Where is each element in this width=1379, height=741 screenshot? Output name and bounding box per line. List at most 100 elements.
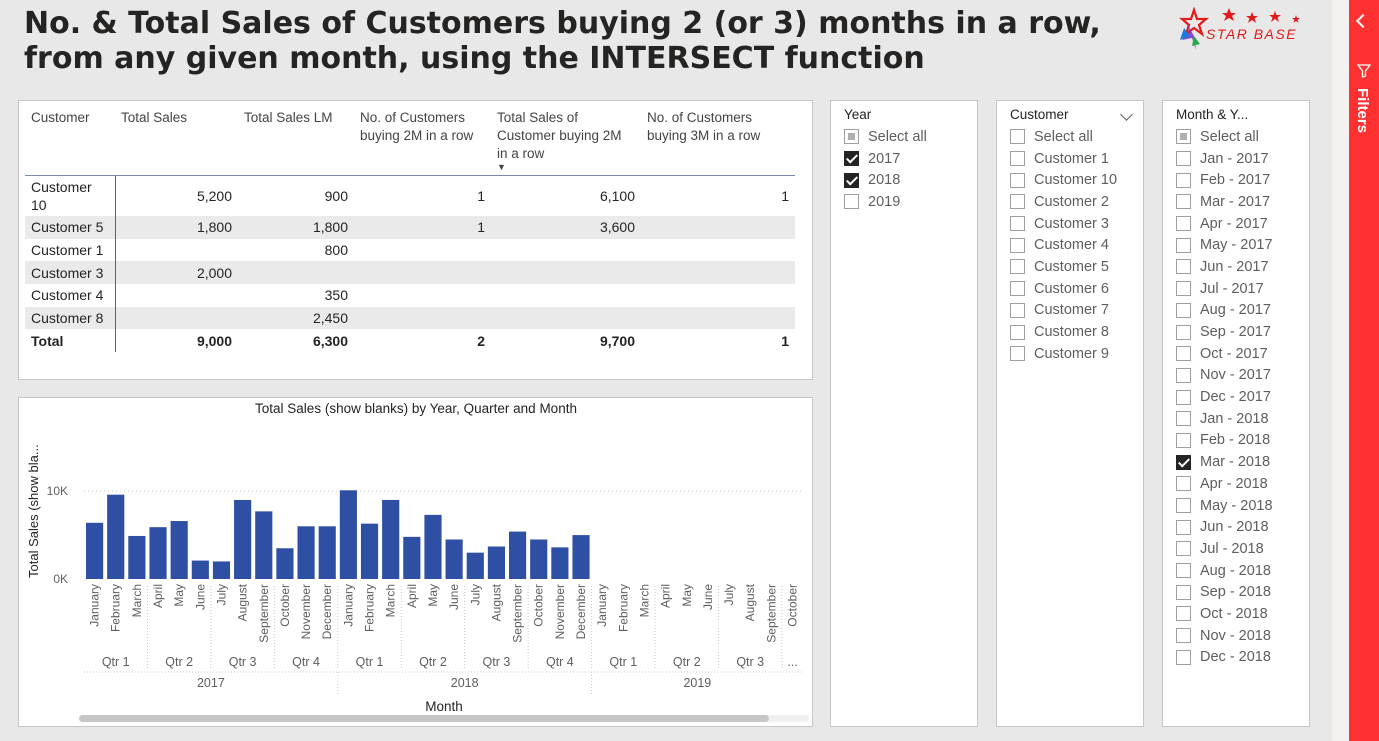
slicer-item[interactable]: 2018 — [844, 169, 927, 191]
checkbox[interactable] — [1176, 389, 1191, 405]
checkbox[interactable] — [1176, 194, 1191, 210]
table-row[interactable]: Customer 10 5,200 900 1 6,100 1 — [25, 175, 795, 216]
slicer-item[interactable]: Customer 6 — [1010, 278, 1117, 300]
filters-label[interactable]: Filters — [1354, 88, 1371, 133]
slicer-item[interactable]: Jun - 2018 — [1176, 516, 1273, 538]
slicer-item[interactable]: Select all — [844, 126, 927, 148]
slicer-item[interactable]: Sep - 2018 — [1176, 581, 1273, 603]
checkbox[interactable] — [1176, 649, 1191, 665]
checkbox[interactable] — [1176, 324, 1191, 340]
slicer-item[interactable]: Customer 8 — [1010, 321, 1117, 343]
checkbox[interactable] — [1176, 259, 1191, 275]
canvas-scrollbar[interactable] — [1332, 0, 1349, 741]
checkbox[interactable] — [1010, 172, 1025, 188]
checkbox[interactable] — [1010, 151, 1025, 167]
table-row[interactable]: Customer 5 1,800 1,800 1 3,600 — [25, 216, 795, 239]
checkbox[interactable] — [1176, 541, 1191, 557]
slicer-item[interactable]: Jul - 2018 — [1176, 538, 1273, 560]
customer-slicer[interactable]: Customer Select all Customer 1 Customer 10… — [996, 100, 1144, 727]
table-row[interactable]: Customer 1 800 — [25, 238, 795, 262]
col-header-cust-3m[interactable]: No. of Customers buying 3M in a row — [641, 107, 795, 176]
year-slicer[interactable]: Year Select all 2017 2018 2019 — [830, 100, 978, 727]
slicer-item[interactable]: Jun - 2017 — [1176, 256, 1273, 278]
checkbox-checked[interactable] — [844, 151, 859, 167]
slicer-item[interactable]: Apr - 2018 — [1176, 473, 1273, 495]
col-header-sales-2m[interactable]: Total Sales of Customer buying 2M in a r… — [491, 107, 641, 176]
filters-pane[interactable]: Filters — [1349, 0, 1379, 741]
chevron-left-icon[interactable] — [1355, 13, 1371, 29]
slicer-item[interactable]: Customer 4 — [1010, 234, 1117, 256]
checkbox[interactable] — [1176, 346, 1191, 362]
checkbox[interactable] — [1176, 151, 1191, 167]
slicer-item[interactable]: Jan - 2017 — [1176, 148, 1273, 170]
slicer-item[interactable]: Dec - 2018 — [1176, 647, 1273, 669]
chart-scrollbar-thumb[interactable] — [79, 715, 769, 722]
checkbox[interactable] — [1010, 129, 1025, 145]
slicer-item[interactable]: Customer 9 — [1010, 343, 1117, 365]
checkbox[interactable] — [1176, 563, 1191, 579]
checkbox[interactable] — [1010, 237, 1025, 253]
slicer-item[interactable]: Dec - 2017 — [1176, 386, 1273, 408]
checkbox[interactable] — [1010, 259, 1025, 275]
slicer-item[interactable]: 2019 — [844, 191, 927, 213]
table-row[interactable]: Customer 3 2,000 — [25, 261, 795, 285]
sales-bar-chart-visual[interactable]: Total Sales (show blanks) by Year, Quart… — [18, 397, 813, 727]
slicer-item[interactable]: Select all — [1176, 126, 1273, 148]
checkbox[interactable] — [1176, 216, 1191, 232]
checkbox[interactable] — [1176, 237, 1191, 253]
slicer-item[interactable]: Mar - 2018 — [1176, 451, 1273, 473]
slicer-item[interactable]: Customer 1 — [1010, 148, 1117, 170]
checkbox[interactable] — [1176, 129, 1191, 145]
slicer-item[interactable]: Oct - 2018 — [1176, 603, 1273, 625]
slicer-item[interactable]: May - 2018 — [1176, 495, 1273, 517]
checkbox[interactable] — [1010, 281, 1025, 297]
slicer-item[interactable]: Aug - 2017 — [1176, 300, 1273, 322]
slicer-item[interactable]: May - 2017 — [1176, 234, 1273, 256]
sort-descending-icon[interactable]: ▼ — [497, 163, 635, 172]
checkbox[interactable] — [1176, 628, 1191, 644]
checkbox[interactable] — [1010, 346, 1025, 362]
slicer-item[interactable]: Customer 2 — [1010, 191, 1117, 213]
slicer-item[interactable]: Customer 7 — [1010, 300, 1117, 322]
checkbox-checked[interactable] — [844, 172, 859, 188]
slicer-item[interactable]: Oct - 2017 — [1176, 343, 1273, 365]
checkbox[interactable] — [844, 129, 859, 145]
checkbox[interactable] — [1176, 519, 1191, 535]
checkbox[interactable] — [1176, 432, 1191, 448]
col-header-total-sales[interactable]: Total Sales — [115, 107, 238, 176]
table-row[interactable]: Customer 4 350 — [25, 284, 795, 307]
slicer-item[interactable]: Feb - 2018 — [1176, 430, 1273, 452]
slicer-item[interactable]: Jan - 2018 — [1176, 408, 1273, 430]
month-year-slicer[interactable]: Month & Y... Select all Jan - 2017 Feb - 2… — [1162, 100, 1310, 727]
checkbox[interactable] — [1010, 194, 1025, 210]
slicer-item[interactable]: Jul - 2017 — [1176, 278, 1273, 300]
slicer-item[interactable]: Mar - 2017 — [1176, 191, 1273, 213]
slicer-item[interactable]: Apr - 2017 — [1176, 213, 1273, 235]
checkbox[interactable] — [1176, 584, 1191, 600]
slicer-item[interactable]: Feb - 2017 — [1176, 169, 1273, 191]
slicer-item[interactable]: Customer 5 — [1010, 256, 1117, 278]
checkbox[interactable] — [1010, 302, 1025, 318]
slicer-item[interactable]: Aug - 2018 — [1176, 560, 1273, 582]
slicer-item[interactable]: Sep - 2017 — [1176, 321, 1273, 343]
checkbox[interactable] — [1176, 411, 1191, 427]
checkbox[interactable] — [844, 194, 859, 210]
checkbox[interactable] — [1010, 216, 1025, 232]
checkbox[interactable] — [1176, 367, 1191, 383]
sales-matrix-visual[interactable]: Customer Total Sales Total Sales LM No. … — [18, 100, 813, 380]
chevron-down-icon[interactable] — [1120, 108, 1133, 121]
table-row[interactable]: Customer 8 2,450 — [25, 306, 795, 330]
slicer-item[interactable]: Nov - 2018 — [1176, 625, 1273, 647]
checkbox[interactable] — [1176, 606, 1191, 622]
checkbox[interactable] — [1176, 302, 1191, 318]
col-header-customer[interactable]: Customer — [25, 107, 115, 176]
checkbox[interactable] — [1176, 498, 1191, 514]
col-header-total-sales-lm[interactable]: Total Sales LM — [238, 107, 354, 176]
slicer-item[interactable]: Select all — [1010, 126, 1117, 148]
checkbox[interactable] — [1176, 172, 1191, 188]
slicer-item[interactable]: Nov - 2017 — [1176, 365, 1273, 387]
col-header-cust-2m[interactable]: No. of Customers buying 2M in a row — [354, 107, 491, 176]
checkbox[interactable] — [1010, 324, 1025, 340]
slicer-item[interactable]: Customer 3 — [1010, 213, 1117, 235]
checkbox[interactable] — [1176, 281, 1191, 297]
